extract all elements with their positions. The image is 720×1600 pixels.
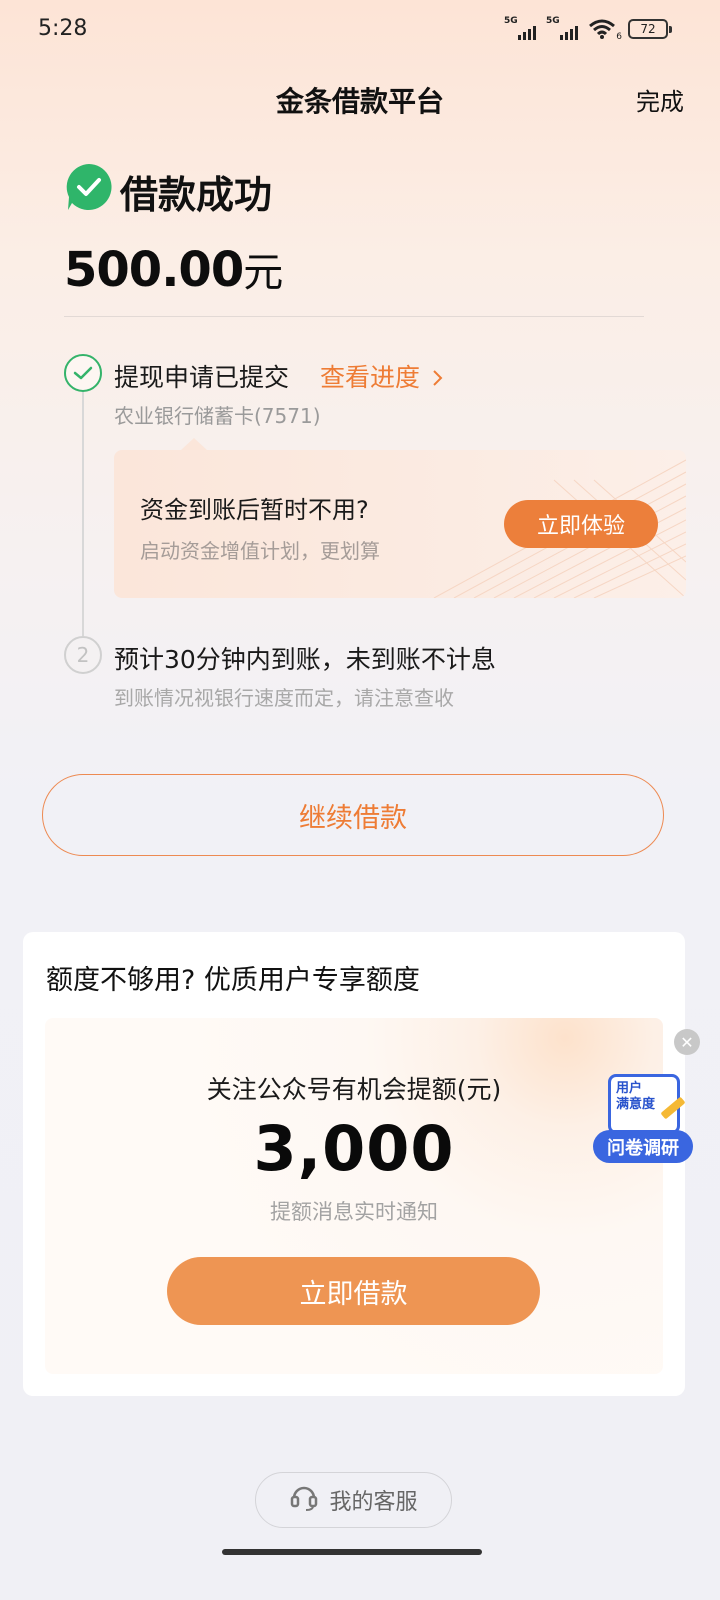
- battery-icon: 72: [628, 19, 672, 39]
- promo-subtitle: 启动资金增值计划，更划算: [140, 539, 380, 563]
- status-time: 5:28: [38, 16, 88, 41]
- close-icon[interactable]: ✕: [674, 1029, 700, 1055]
- success-title: 借款成功: [120, 173, 273, 217]
- view-progress-label: 查看进度: [320, 363, 421, 392]
- wifi-icon: 6: [588, 18, 622, 42]
- step-done-icon: [64, 354, 102, 392]
- success-check-icon: [64, 162, 114, 212]
- survey-line1: 用户: [616, 1081, 643, 1096]
- chevron-right-icon: [432, 365, 444, 394]
- quota-note: 提额消息实时通知: [270, 1200, 438, 1224]
- signal-icon: 5G: [504, 16, 536, 40]
- signal-icon-2: 5G: [546, 16, 578, 40]
- step1-title: 提现申请已提交: [114, 363, 290, 392]
- loan-amount: 500.00元: [64, 240, 283, 298]
- step-connector: [82, 392, 84, 636]
- quota-subtitle: 关注公众号有机会提额(元): [206, 1075, 502, 1104]
- quota-card-title: 额度不够用? 优质用户专享额度: [46, 965, 420, 996]
- step-number-icon: 2: [64, 636, 102, 674]
- done-button[interactable]: 完成: [636, 82, 684, 117]
- step2-detail: 到账情况视银行速度而定，请注意查收: [114, 686, 454, 710]
- step2-title: 预计30分钟内到账，未到账不计息: [114, 645, 496, 674]
- amount-unit: 元: [243, 250, 283, 296]
- quota-amount: 3,000: [253, 1112, 455, 1185]
- view-progress-link[interactable]: 查看进度: [320, 358, 444, 394]
- try-now-button[interactable]: 立即体验: [504, 500, 658, 548]
- status-icons: 5G 5G 6 72: [504, 16, 672, 42]
- headset-icon: [289, 1482, 319, 1518]
- customer-service-button[interactable]: 我的客服: [255, 1472, 452, 1528]
- survey-button[interactable]: 问卷调研: [593, 1130, 693, 1163]
- bank-card-info: 农业银行储蓄卡(7571): [114, 404, 321, 428]
- survey-badge[interactable]: 用户 满意度: [608, 1074, 680, 1134]
- page-title: 金条借款平台: [275, 85, 444, 118]
- promo-title: 资金到账后暂时不用?: [140, 496, 369, 524]
- divider: [64, 316, 644, 317]
- amount-value: 500.00: [64, 242, 244, 298]
- borrow-now-button[interactable]: 立即借款: [167, 1257, 540, 1325]
- customer-service-label: 我的客服: [329, 1490, 418, 1515]
- continue-borrow-button[interactable]: 继续借款: [42, 774, 664, 856]
- home-indicator[interactable]: [222, 1549, 482, 1555]
